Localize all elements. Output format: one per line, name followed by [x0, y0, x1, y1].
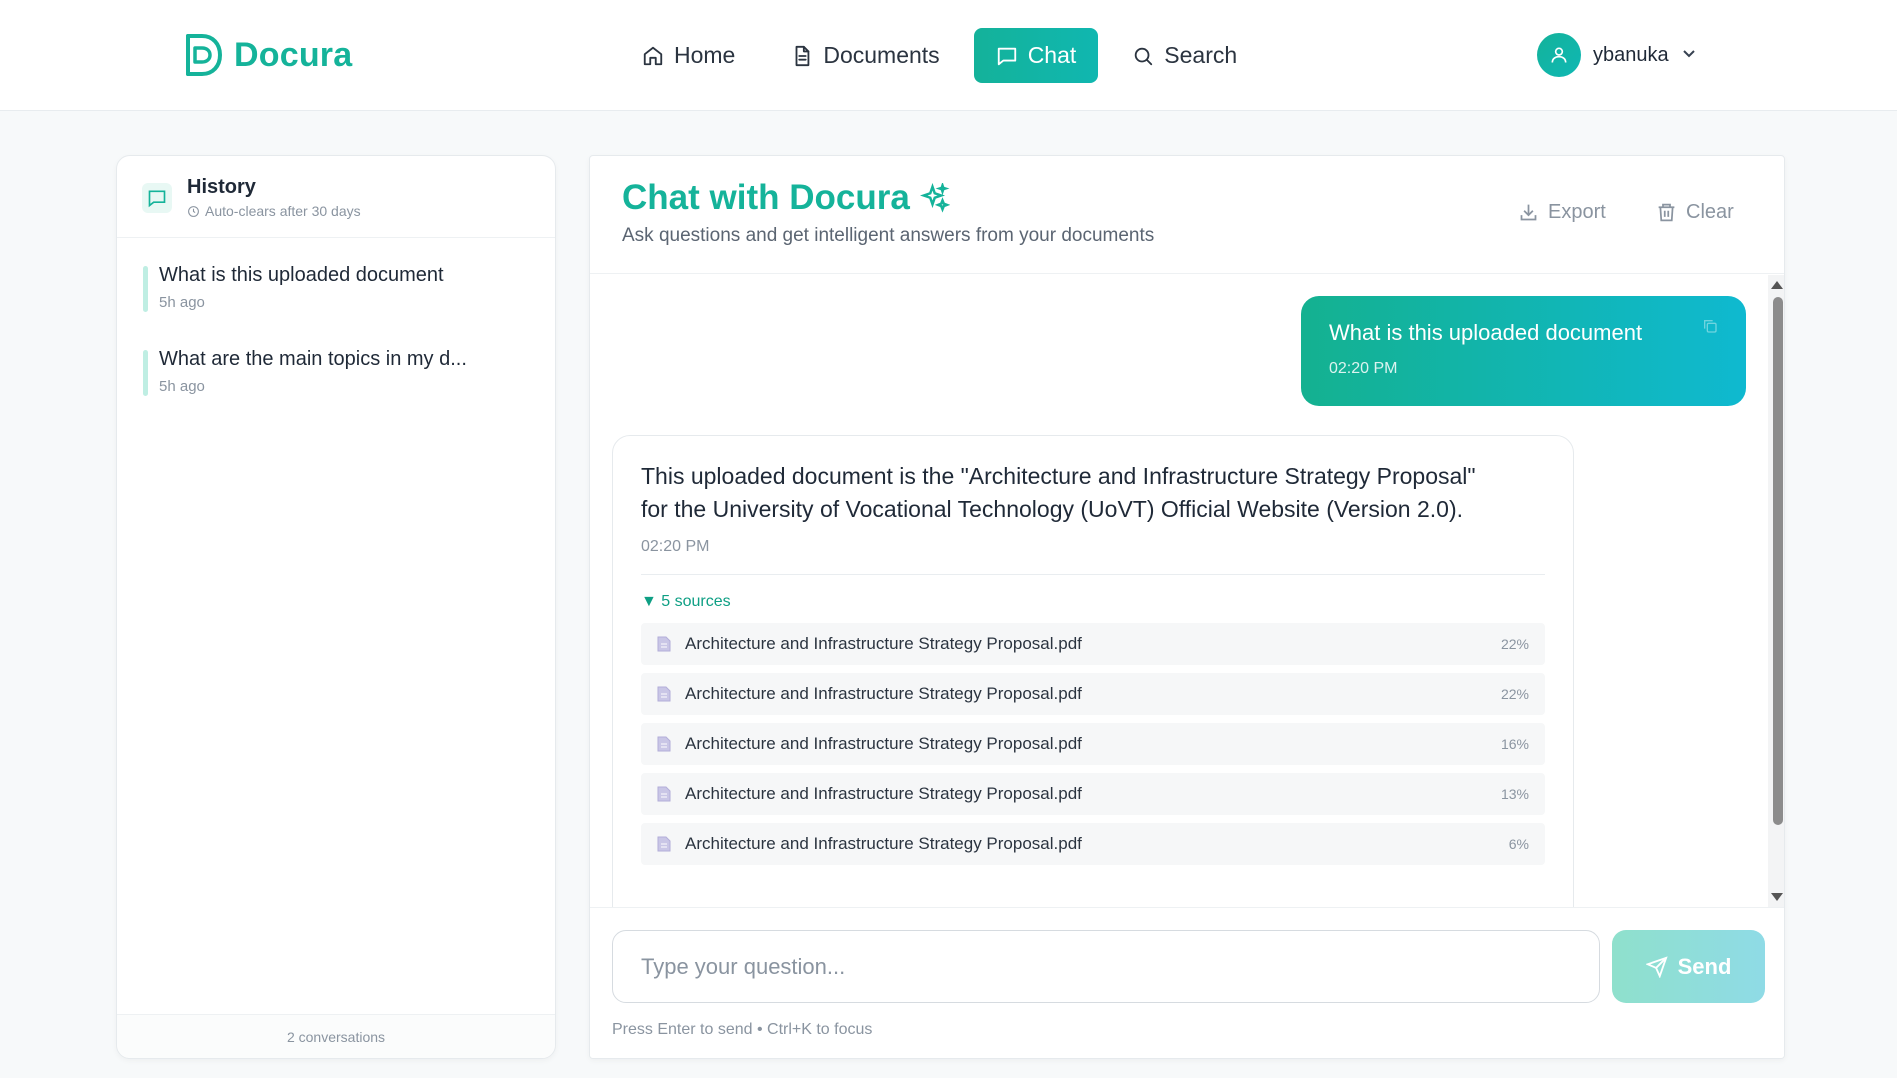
history-item-question: What are the main topics in my d... — [159, 348, 467, 370]
main-nav: Home Documents Chat Search — [620, 28, 1259, 83]
nav-documents[interactable]: Documents — [769, 28, 961, 83]
source-score: 6% — [1508, 836, 1529, 852]
keyboard-hint: Press Enter to send • Ctrl+K to focus — [612, 1021, 873, 1038]
history-subtitle-text: Auto-clears after 30 days — [205, 203, 361, 219]
brand-name: Docura — [234, 35, 353, 74]
history-item[interactable]: What are the main topics in my d... 5h a… — [143, 348, 533, 398]
chat-icon — [997, 47, 1016, 65]
scroll-down-arrow[interactable] — [1771, 893, 1783, 901]
send-label: Send — [1677, 953, 1732, 979]
sparkles-icon — [919, 183, 950, 213]
source-item[interactable]: Architecture and Infrastructure Strategy… — [641, 623, 1545, 665]
file-icon — [657, 736, 671, 752]
document-icon — [795, 45, 810, 66]
chevron-down-icon[interactable] — [1681, 45, 1697, 66]
source-name: Architecture and Infrastructure Strategy… — [685, 684, 1082, 703]
nav-home-label: Home — [674, 42, 736, 68]
username: ybanuka — [1593, 43, 1669, 66]
chat-panel: Chat with Docura Ask questions and get i… — [589, 155, 1785, 1059]
history-item-indicator — [143, 266, 148, 312]
history-item-time: 5h ago — [159, 378, 205, 395]
user-message-bubble: What is this uploaded document 02:20 PM — [1301, 296, 1746, 406]
top-navbar: Docura Home Documents Chat Search ybanuk… — [0, 0, 1897, 111]
source-score: 16% — [1500, 736, 1529, 752]
message-square-icon — [142, 183, 172, 213]
docura-logo-icon — [186, 34, 223, 76]
source-name: Architecture and Infrastructure Strategy… — [685, 734, 1082, 753]
nav-chat[interactable]: Chat — [973, 28, 1099, 83]
history-subtitle: Auto-clears after 30 days — [187, 203, 361, 219]
export-button[interactable]: Export — [1518, 201, 1606, 224]
export-label: Export — [1548, 201, 1606, 223]
clock-icon — [188, 205, 199, 217]
trash-icon — [1658, 203, 1675, 222]
chat-title-text: Chat with Docura — [622, 178, 910, 217]
scroll-thumb[interactable] — [1773, 297, 1783, 825]
source-name: Architecture and Infrastructure Strategy… — [685, 834, 1082, 853]
conversation-count: 2 conversations — [117, 1014, 555, 1058]
home-icon — [643, 46, 663, 65]
user-message-text: What is this uploaded document — [1329, 320, 1643, 345]
avatar[interactable] — [1537, 33, 1581, 77]
assistant-message-time: 02:20 PM — [641, 538, 710, 555]
send-button[interactable]: Send — [1612, 930, 1765, 1003]
send-icon — [1645, 955, 1668, 978]
source-name: Architecture and Infrastructure Strategy… — [685, 634, 1082, 653]
search-icon — [1135, 47, 1153, 65]
chat-header: Chat with Docura Ask questions and get i… — [590, 156, 1784, 274]
file-icon — [657, 836, 671, 852]
source-name: Architecture and Infrastructure Strategy… — [685, 784, 1082, 803]
clear-button[interactable]: Clear — [1656, 201, 1734, 224]
assistant-message-bubble: This uploaded document is the "Architect… — [612, 435, 1574, 907]
history-item-indicator — [143, 350, 148, 396]
history-item[interactable]: What is this uploaded document 5h ago — [143, 264, 533, 314]
clear-label: Clear — [1686, 201, 1734, 223]
file-icon — [657, 686, 671, 702]
question-input[interactable] — [612, 930, 1600, 1003]
chat-subtitle: Ask questions and get intelligent answer… — [622, 225, 1155, 246]
chat-title: Chat with Docura — [622, 178, 950, 218]
scroll-up-arrow[interactable] — [1771, 281, 1783, 289]
nav-chat-label: Chat — [1027, 42, 1077, 68]
copy-icon[interactable] — [1702, 318, 1718, 334]
source-item[interactable]: Architecture and Infrastructure Strategy… — [641, 823, 1545, 865]
source-score: 22% — [1500, 686, 1529, 702]
brand-logo[interactable]: Docura — [182, 30, 352, 80]
user-menu[interactable]: ybanuka — [1537, 33, 1697, 77]
source-score: 22% — [1500, 636, 1529, 652]
sources-list: Architecture and Infrastructure Strategy… — [641, 623, 1545, 865]
file-icon — [657, 636, 671, 652]
nav-documents-label: Documents — [823, 42, 940, 68]
source-item[interactable]: Architecture and Infrastructure Strategy… — [641, 723, 1545, 765]
message-list[interactable]: What is this uploaded document 02:20 PM … — [590, 275, 1784, 907]
file-icon — [657, 786, 671, 802]
nav-search[interactable]: Search — [1110, 28, 1259, 83]
source-item[interactable]: Architecture and Infrastructure Strategy… — [641, 773, 1545, 815]
composer: Send Press Enter to send • Ctrl+K to foc… — [590, 907, 1784, 1058]
history-header: History Auto-clears after 30 days — [117, 156, 555, 238]
history-item-question: What is this uploaded document — [159, 264, 444, 286]
nav-home[interactable]: Home — [620, 28, 757, 83]
divider — [641, 574, 1545, 575]
source-score: 13% — [1500, 786, 1529, 802]
sources-toggle[interactable]: ▼ 5 sources — [641, 593, 1545, 611]
history-item-time: 5h ago — [159, 294, 205, 311]
chat-scrollbar[interactable] — [1768, 275, 1784, 907]
history-title: History — [187, 176, 256, 198]
assistant-message-text: This uploaded document is the "Architect… — [641, 463, 1476, 522]
nav-search-label: Search — [1164, 42, 1238, 68]
download-icon — [1520, 204, 1537, 221]
user-icon — [1551, 47, 1567, 63]
user-message-time: 02:20 PM — [1329, 360, 1398, 377]
history-sidebar: History Auto-clears after 30 days What i… — [116, 155, 556, 1059]
source-item[interactable]: Architecture and Infrastructure Strategy… — [641, 673, 1545, 715]
